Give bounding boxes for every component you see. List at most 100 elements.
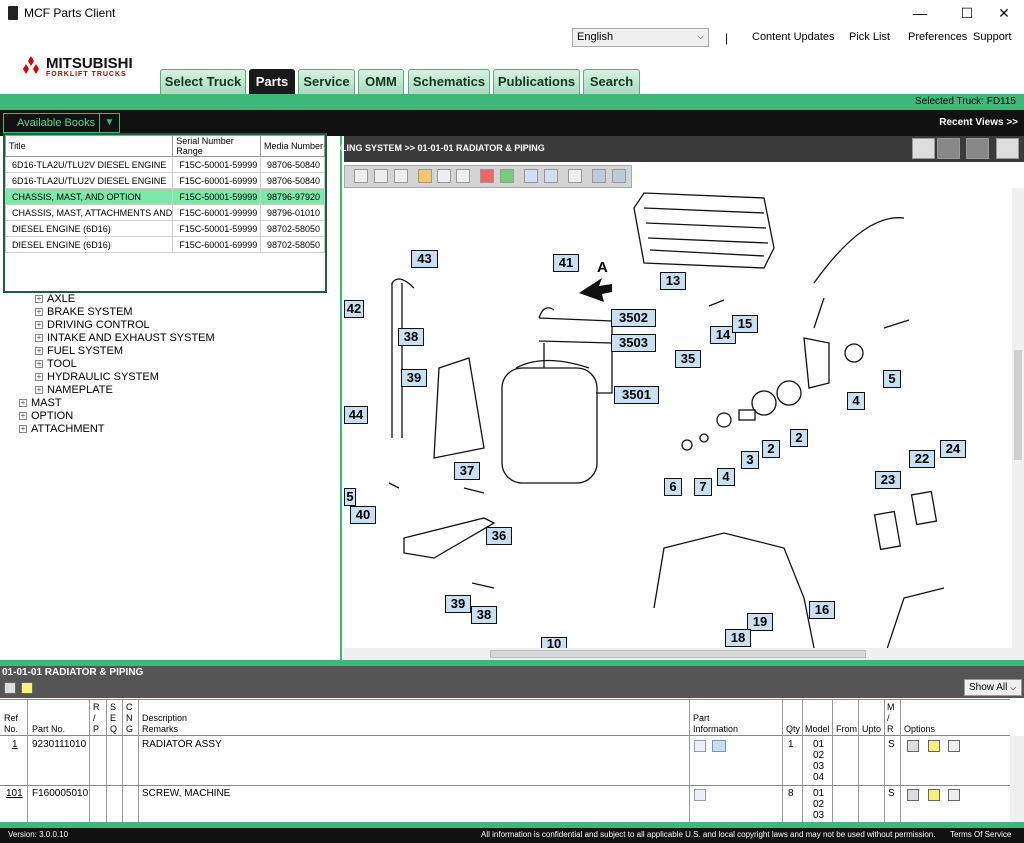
callout-3503[interactable]: 3503	[611, 334, 656, 352]
part-info-icon[interactable]	[694, 789, 706, 801]
save-icon[interactable]	[592, 169, 606, 183]
table-view-icon[interactable]	[996, 138, 1019, 159]
show-all-select[interactable]: Show All ⌵	[964, 679, 1022, 696]
comment-icon[interactable]	[907, 789, 919, 801]
pick-list-link[interactable]: Pick List	[849, 31, 890, 43]
expand-icon[interactable]: +	[19, 399, 27, 407]
callout-3[interactable]: 3	[741, 451, 759, 469]
part-image-icon[interactable]	[712, 740, 726, 752]
comment-icon[interactable]	[4, 682, 16, 694]
fit-page-icon[interactable]	[374, 169, 388, 183]
tab-search[interactable]: Search	[583, 69, 640, 94]
back-arrow-icon[interactable]	[524, 169, 538, 183]
fit-width-icon[interactable]	[394, 169, 408, 183]
forward-arrow-icon[interactable]	[544, 169, 558, 183]
callout-44[interactable]: 44	[344, 406, 368, 424]
table-icon[interactable]	[948, 789, 960, 801]
zoom-area-icon[interactable]	[480, 169, 494, 183]
note-icon[interactable]	[928, 740, 940, 752]
books-col-title[interactable]: Title	[4, 135, 174, 157]
callout-2[interactable]: 2	[790, 429, 808, 447]
callout-38[interactable]: 38	[471, 606, 497, 624]
diagram-view-icon[interactable]	[966, 138, 989, 159]
tab-service[interactable]: Service	[298, 69, 355, 94]
callout-36[interactable]: 36	[486, 527, 512, 545]
expand-icon[interactable]: +	[35, 347, 43, 355]
callout-24[interactable]: 24	[940, 440, 966, 458]
expand-icon[interactable]: +	[35, 373, 43, 381]
tree-item-option[interactable]: + OPTION	[19, 410, 73, 422]
part-info-icon[interactable]	[694, 740, 706, 752]
preferences-link[interactable]: Preferences	[908, 31, 967, 43]
callout-2[interactable]: 2	[762, 440, 780, 458]
tab-schematics[interactable]: Schematics	[408, 69, 490, 94]
callout-5[interactable]: 5	[344, 488, 356, 506]
table-icon[interactable]	[948, 740, 960, 752]
book-row[interactable]: DIESEL ENGINE (6D16) F15C-50001-59999 9870…	[4, 220, 325, 237]
maximize-button[interactable]: ☐	[956, 4, 978, 22]
list-view-icon[interactable]	[912, 138, 935, 159]
note-icon[interactable]	[21, 682, 33, 694]
zoom-out-icon[interactable]	[456, 169, 470, 183]
pan-hand-icon[interactable]	[418, 169, 432, 183]
book-row-selected[interactable]: CHASSIS, MAST, AND OPTION F15C-50001-5999…	[4, 188, 325, 205]
book-row[interactable]: DIESEL ENGINE (6D16) F15C-60001-69999 9870…	[4, 236, 325, 253]
split-view-icon[interactable]	[937, 138, 960, 159]
callout-42[interactable]: 42	[344, 300, 364, 318]
book-row[interactable]: 6D16-TLA2U/TLU2V DIESEL ENGINE F15C-60001…	[4, 172, 325, 189]
callout-6[interactable]: 6	[664, 478, 682, 496]
callout-16[interactable]: 16	[809, 601, 835, 619]
tree-item-mast[interactable]: + MAST	[19, 397, 62, 409]
callout-7[interactable]: 7	[694, 478, 712, 496]
callout-39[interactable]: 39	[445, 595, 471, 613]
callout-43[interactable]: 43	[411, 250, 438, 268]
books-col-serial[interactable]: Serial Number Range	[172, 135, 261, 157]
expand-icon[interactable]: +	[35, 334, 43, 342]
callout-38[interactable]: 38	[398, 328, 424, 346]
expand-icon[interactable]: +	[35, 308, 43, 316]
expand-icon[interactable]: +	[35, 295, 43, 303]
books-col-media[interactable]: Media Number	[260, 135, 325, 157]
minimize-button[interactable]: —	[909, 4, 931, 22]
tree-item-hydraulic-system[interactable]: + HYDRAULIC SYSTEM	[35, 371, 159, 383]
callout-5[interactable]: 5	[883, 370, 901, 388]
tree-item-nameplate[interactable]: + NAMEPLATE	[35, 384, 113, 396]
zoom-in-icon[interactable]	[437, 169, 451, 183]
language-select[interactable]: English ⌵	[572, 28, 709, 47]
expand-icon[interactable]: +	[35, 321, 43, 329]
callout-39[interactable]: 39	[401, 369, 427, 387]
refresh-icon[interactable]	[500, 169, 514, 183]
tab-omm[interactable]: OMM	[358, 69, 404, 94]
tree-item-fuel-system[interactable]: + FUEL SYSTEM	[35, 345, 123, 357]
terms-of-service-link[interactable]: Terms Of Service	[950, 830, 1011, 839]
callout-23[interactable]: 23	[875, 471, 901, 489]
expand-icon[interactable]: +	[35, 386, 43, 394]
print-icon[interactable]	[568, 169, 582, 183]
expand-icon[interactable]: +	[35, 360, 43, 368]
tab-publications[interactable]: Publications	[493, 69, 580, 94]
callout-4[interactable]: 4	[847, 392, 865, 410]
ref-no-link[interactable]: 101	[6, 788, 23, 799]
callout-22[interactable]: 22	[909, 450, 935, 468]
callout-41[interactable]: 41	[553, 254, 579, 272]
support-link[interactable]: Support	[973, 31, 1012, 43]
book-row[interactable]: CHASSIS, MAST, ATTACHMENTS AND F15C-60001…	[4, 204, 325, 221]
callout-35[interactable]: 35	[675, 350, 701, 368]
callout-3502[interactable]: 3502	[611, 309, 656, 327]
note-icon[interactable]	[928, 789, 940, 801]
callout-18[interactable]: 18	[725, 629, 751, 647]
diagram-horizontal-scrollbar[interactable]	[344, 648, 1014, 660]
callout-40[interactable]: 40	[350, 506, 376, 524]
callout-15[interactable]: 15	[732, 315, 758, 333]
content-updates-link[interactable]: Content Updates	[752, 31, 835, 43]
tab-select-truck[interactable]: Select Truck	[160, 69, 246, 94]
close-button[interactable]: ✕	[993, 4, 1015, 22]
scroll-thumb[interactable]	[1014, 350, 1022, 460]
books-dropdown-arrow-icon[interactable]: ▼	[99, 113, 120, 133]
export-icon[interactable]	[612, 169, 626, 183]
ref-no-link[interactable]: 1	[12, 739, 18, 750]
expand-icon[interactable]: +	[19, 425, 27, 433]
tree-item-axle[interactable]: + AXLE	[35, 293, 75, 305]
expand-icon[interactable]: +	[19, 412, 27, 420]
tree-item-intake-exhaust[interactable]: + INTAKE AND EXHAUST SYSTEM	[35, 332, 215, 344]
